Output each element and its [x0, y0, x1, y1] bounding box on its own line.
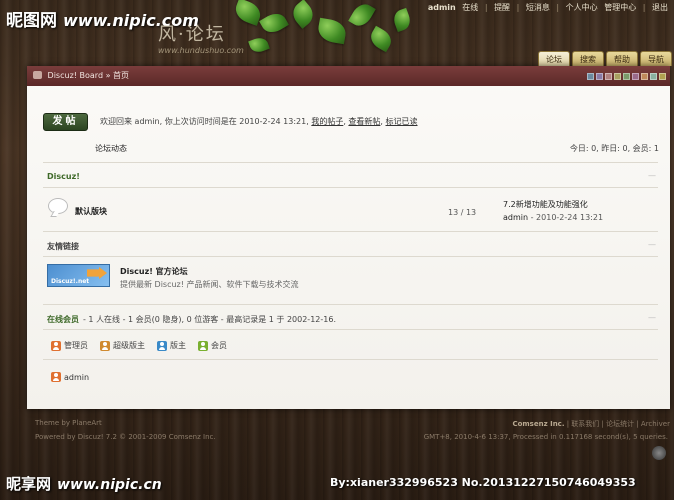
home-icon[interactable] — [33, 71, 42, 79]
legend-admin: 管理员 — [51, 340, 88, 351]
style-swatch[interactable] — [659, 73, 666, 80]
footer-powered: Powered by Discuz! 7.2 © 2001-2009 Comse… — [35, 433, 216, 441]
top-navigation: admin 在线 | 提醒 | 短消息 | 个人中心 管理中心 | 退出 — [426, 2, 670, 13]
legend-member: 会员 — [198, 340, 227, 351]
online-user-admin[interactable]: admin — [51, 372, 89, 382]
online-title[interactable]: 在线会员 — [47, 315, 79, 324]
mark-read-link[interactable]: 标记已读 — [386, 117, 418, 126]
style-swatch[interactable] — [650, 73, 657, 80]
topnav-reminders[interactable]: 提醒 — [494, 3, 510, 12]
legend-label: 版主 — [170, 341, 186, 350]
topnav-logout[interactable]: 退出 — [652, 3, 668, 12]
last-post-time: - 2010-2-24 13:21 — [530, 213, 604, 222]
style-swatch[interactable] — [605, 73, 612, 80]
divider — [43, 304, 658, 305]
super-moderator-user-icon — [100, 340, 110, 351]
footer-theme[interactable]: Theme by PlaneArt — [35, 419, 102, 427]
topnav-messages[interactable]: 短消息 — [526, 3, 550, 12]
legend-label: 超级版主 — [113, 341, 145, 350]
moderator-user-icon — [157, 340, 167, 351]
category-title[interactable]: Discuz! — [47, 172, 80, 181]
collapse-toggle[interactable]: — — [648, 313, 656, 322]
divider — [43, 359, 658, 360]
style-swatch[interactable] — [596, 73, 603, 80]
legend-super-mod: 超级版主 — [100, 340, 145, 351]
style-swatches — [587, 73, 666, 80]
discuz-logo-text: Discuz!.net — [51, 278, 90, 285]
divider — [43, 162, 658, 163]
forum-news-link[interactable]: 论坛动态 — [95, 143, 127, 154]
watermark-bottom: 昵享网 www.nipic.cn — [6, 473, 162, 494]
online-summary: 在线会员 - 1 人在线 - 1 会员(0 隐身), 0 位游客 - 最高记录是 … — [47, 314, 336, 325]
main-tabs: 论坛 搜索 帮助 导航 — [538, 51, 672, 66]
style-swatch[interactable] — [587, 73, 594, 80]
style-swatch[interactable] — [623, 73, 630, 80]
watermark-bottom-url: www.nipic.cn — [57, 477, 162, 493]
arrow-icon — [87, 267, 107, 279]
topnav-admin-center[interactable]: 管理中心 — [604, 3, 636, 12]
forum-logo-subtitle: www.hundushuo.com — [158, 46, 244, 55]
new-post-button[interactable]: 发帖 — [43, 113, 88, 131]
last-post-author[interactable]: admin — [503, 213, 528, 222]
main-panel: Discuz! Board » 首页 发帖 欢迎回来 admin, 你上次访问时… — [27, 66, 670, 409]
welcome-message: 欢迎回来 admin, 你上次访问时间是在 2010-2-24 13:21, 我… — [100, 117, 418, 126]
legend-label: 会员 — [211, 341, 227, 350]
last-post-meta: admin - 2010-2-24 13:21 — [503, 213, 603, 222]
admin-user-icon — [51, 340, 61, 351]
breadcrumb-bar: Discuz! Board » 首页 — [27, 66, 670, 86]
divider — [43, 187, 658, 188]
style-swatch[interactable] — [614, 73, 621, 80]
style-swatch[interactable] — [641, 73, 648, 80]
legend-mod: 版主 — [157, 340, 186, 351]
topnav-separator: | — [516, 3, 520, 12]
footer-company[interactable]: Comsenz Inc. — [512, 420, 564, 428]
last-post-title[interactable]: 7.2新增功能及功能强化 — [503, 199, 588, 210]
topnav-separator: | — [484, 3, 488, 12]
discuz-link-logo[interactable]: Discuz!.net — [47, 264, 110, 287]
footer-links: Comsenz Inc. | 联系我们 | 论坛统计 | Archiver — [512, 419, 670, 429]
my-posts-link[interactable]: 我的帖子 — [311, 117, 343, 126]
tab-help[interactable]: 帮助 — [606, 51, 638, 66]
topnav-separator: | — [642, 3, 646, 12]
welcome-text: 欢迎回来 admin, 你上次访问时间是在 2010-2-24 13:21, — [100, 117, 309, 126]
member-user-icon — [198, 340, 208, 351]
view-new-posts-link[interactable]: 查看新帖 — [348, 117, 380, 126]
online-username[interactable]: admin — [64, 373, 89, 382]
tab-search[interactable]: 搜索 — [572, 51, 604, 66]
watermark-site-name: 昵图网 — [6, 11, 57, 31]
watermark-bottom-site-name: 昵享网 — [6, 475, 52, 493]
collapse-toggle[interactable]: — — [648, 240, 656, 249]
style-swatch[interactable] — [632, 73, 639, 80]
forum-logo[interactable]: 风·论坛 — [158, 20, 226, 46]
forum-stats: 今日: 0, 昨日: 0, 会员: 1 — [569, 144, 659, 153]
admin-user-icon — [51, 372, 61, 382]
footer-link-list[interactable]: | 联系我们 | 论坛统计 | Archiver — [567, 420, 670, 428]
divider — [43, 231, 658, 232]
links-title: 友情链接 — [47, 242, 79, 251]
topnav-user-center[interactable]: 个人中心 — [566, 3, 598, 12]
legend-label: 管理员 — [64, 341, 88, 350]
breadcrumb[interactable]: Discuz! Board » 首页 — [48, 71, 129, 80]
topnav-username[interactable]: admin — [428, 3, 456, 12]
online-summary-text: - 1 人在线 - 1 会员(0 隐身), 0 位游客 - 最高记录是 1 于 … — [83, 315, 336, 324]
friend-link-name[interactable]: Discuz! 官方论坛 — [120, 266, 188, 277]
user-group-legend: 管理员 超级版主 版主 会员 — [51, 340, 227, 351]
collapse-toggle[interactable]: — — [648, 171, 656, 180]
tab-forum[interactable]: 论坛 — [538, 51, 570, 66]
back-to-top-icon[interactable] — [652, 446, 666, 460]
forum-status-icon — [48, 198, 68, 214]
watermark-id: By:xianer332996523 No.201312271507460493… — [330, 476, 636, 489]
footer-gmt: GMT+8, 2010-4-6 13:37, Processed in 0.11… — [423, 433, 668, 441]
divider — [43, 256, 658, 257]
topnav-online[interactable]: 在线 — [462, 3, 478, 12]
forum-topic-count: 13 / 13 — [448, 208, 477, 217]
divider — [43, 329, 658, 330]
topnav-separator: | — [556, 3, 560, 12]
tab-navigation[interactable]: 导航 — [640, 51, 672, 66]
forum-name[interactable]: 默认版块 — [75, 206, 107, 217]
friend-link-description: 提供最新 Discuz! 产品新闻、软件下载与技术交流 — [120, 280, 299, 289]
